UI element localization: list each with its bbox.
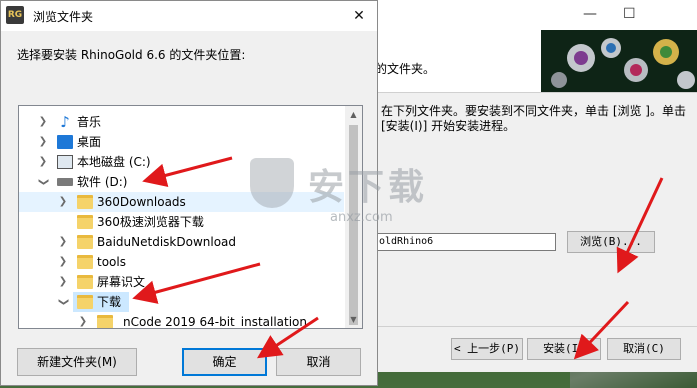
chevron-right-icon[interactable]: ❯ bbox=[57, 275, 69, 289]
desktop-icon bbox=[57, 135, 73, 149]
chevron-right-icon[interactable]: ❯ bbox=[57, 235, 69, 249]
tree-item-label: 360极速浏览器下载 bbox=[97, 215, 204, 229]
install-path-input[interactable]: oldRhino6 bbox=[375, 233, 556, 251]
tree-item-folder[interactable]: ❯ _nCode 2019 64-bit_installation bbox=[19, 312, 344, 329]
chevron-right-icon[interactable]: ❯ bbox=[57, 195, 69, 209]
installer-cancel-button[interactable]: 取消(C) bbox=[607, 338, 681, 360]
dialog-prompt: 选择要安装 RhinoGold 6.6 的文件夹位置: bbox=[17, 48, 246, 62]
tree-item-folder[interactable]: ❯ BaiduNetdiskDownload bbox=[19, 232, 344, 252]
tree-item-label: 屏幕识文 bbox=[97, 275, 146, 289]
maximize-icon[interactable]: ☐ bbox=[623, 6, 636, 22]
watermark-url: anxz.com bbox=[330, 210, 393, 225]
scroll-down-icon[interactable]: ▼ bbox=[345, 311, 362, 328]
tree-item-label: 软件 (D:) bbox=[77, 175, 128, 189]
installer-titlebar: — ☐ bbox=[361, 0, 697, 30]
browse-button[interactable]: 浏览(B)... bbox=[567, 231, 655, 253]
dialog-title: 浏览文件夹 bbox=[33, 10, 94, 24]
chevron-down-icon[interactable]: ❯ bbox=[56, 296, 70, 308]
install-button[interactable]: 安装(I) bbox=[527, 338, 601, 360]
folder-icon bbox=[97, 315, 113, 328]
tree-item-selected-folder[interactable]: 下载 bbox=[73, 292, 129, 312]
folder-icon bbox=[77, 195, 93, 209]
folder-icon bbox=[77, 295, 93, 309]
drive-icon bbox=[57, 178, 73, 186]
tree-item-label: 本地磁盘 (C:) bbox=[77, 155, 151, 169]
watermark-shield-icon bbox=[250, 158, 294, 208]
dialog-titlebar: RG 浏览文件夹 ✕ bbox=[1, 1, 377, 31]
chevron-right-icon[interactable]: ❯ bbox=[57, 255, 69, 269]
pc-drive-icon bbox=[57, 155, 73, 169]
tree-item-label: 下载 bbox=[97, 295, 122, 309]
installer-divider bbox=[361, 326, 697, 327]
rhinogold-app-icon: RG bbox=[6, 6, 24, 24]
music-icon: ♪ bbox=[60, 113, 70, 131]
tree-item-music[interactable]: ❯ ♪ 音乐 bbox=[19, 112, 344, 132]
installer-description: 在下列文件夹。要安装到不同文件夹，单击 [浏览 ]。单击 [安装(I)] 开始安… bbox=[381, 104, 686, 133]
minimize-icon[interactable]: — bbox=[583, 6, 597, 22]
installer-header-text: 的文件夹。 bbox=[375, 62, 436, 76]
watermark: 安下载 anxz.com bbox=[250, 150, 424, 230]
close-icon[interactable]: ✕ bbox=[347, 5, 371, 27]
tree-item-label: 360Downloads bbox=[97, 195, 186, 209]
folder-icon bbox=[77, 275, 93, 289]
folder-icon bbox=[77, 255, 93, 269]
tree-item-desktop[interactable]: ❯ 桌面 bbox=[19, 132, 344, 152]
tree-item-label: BaiduNetdiskDownload bbox=[97, 235, 237, 249]
tree-item-label: 桌面 bbox=[77, 135, 102, 149]
chevron-right-icon[interactable]: ❯ bbox=[37, 135, 49, 149]
chevron-right-icon[interactable]: ❯ bbox=[77, 315, 89, 328]
installer-header: 的文件夹。 bbox=[361, 30, 697, 93]
tree-item-folder[interactable]: ❯ 屏幕识文 bbox=[19, 272, 344, 292]
chevron-down-icon[interactable]: ❯ bbox=[36, 176, 50, 188]
new-folder-button[interactable]: 新建文件夹(M) bbox=[17, 348, 137, 376]
watermark-text: 安下载 bbox=[308, 167, 429, 208]
tree-item-label: 音乐 bbox=[77, 115, 102, 129]
cancel-button[interactable]: 取消 bbox=[276, 348, 361, 376]
jewelry-banner-image bbox=[541, 30, 697, 92]
chevron-right-icon[interactable]: ❯ bbox=[37, 155, 49, 169]
tree-item-label: _nCode 2019 64-bit_installation bbox=[117, 315, 308, 329]
tree-item-label: tools bbox=[97, 255, 126, 269]
ok-button[interactable]: 确定 bbox=[182, 348, 267, 376]
chevron-right-icon[interactable]: ❯ bbox=[37, 115, 49, 129]
folder-icon bbox=[77, 215, 93, 229]
scroll-up-icon[interactable]: ▲ bbox=[345, 106, 362, 123]
folder-icon bbox=[77, 235, 93, 249]
back-button[interactable]: < 上一步(P) bbox=[451, 338, 523, 360]
tree-item-folder[interactable]: ❯ tools bbox=[19, 252, 344, 272]
